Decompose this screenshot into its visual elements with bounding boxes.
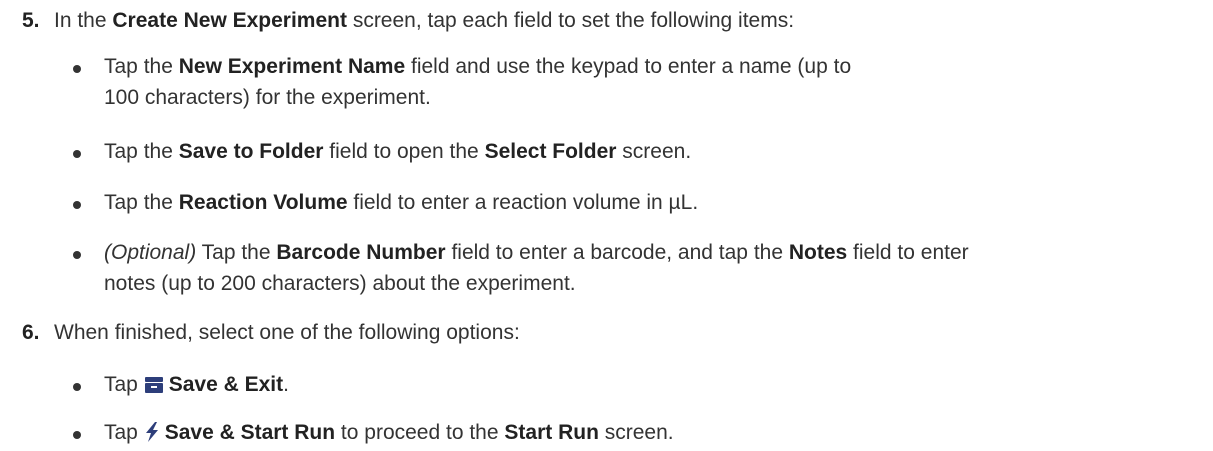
bullet-dot (73, 65, 81, 73)
field-name: Reaction Volume (178, 191, 348, 214)
bullet-dot (73, 383, 81, 391)
step-number: 6. (22, 321, 40, 344)
field-name: Save to Folder (178, 140, 324, 163)
instruction-page: 5. In the Create New Experiment screen, … (0, 0, 1213, 444)
step-number: 5. (22, 9, 40, 32)
action-name: Save & Exit (168, 373, 284, 396)
screen-name: Start Run (504, 421, 599, 444)
bullet-dot (73, 201, 81, 209)
save-box-icon (144, 372, 164, 403)
field-name: New Experiment Name (178, 55, 406, 78)
step-intro: In the Create New Experiment screen, tap… (54, 9, 795, 32)
optional-label: (Optional) (104, 241, 197, 264)
action-name: Save & Start Run (164, 421, 336, 444)
bullet-dot (73, 251, 81, 259)
field-name: Barcode Number (276, 241, 446, 264)
lightning-icon (144, 420, 160, 451)
bullet-dot (73, 431, 81, 439)
screen-name: Select Folder (484, 140, 617, 163)
field-name: Notes (788, 241, 848, 264)
step-intro: When finished, select one of the followi… (54, 321, 520, 344)
bullet-dot (73, 150, 81, 158)
screen-name: Create New Experiment (112, 9, 347, 32)
